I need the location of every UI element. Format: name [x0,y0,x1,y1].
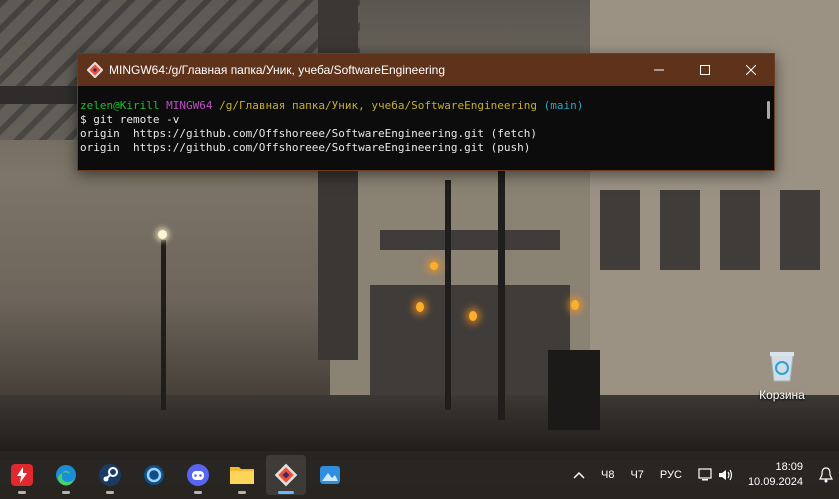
recycle-bin-label: Корзина [759,388,805,402]
file-explorer-icon [230,467,254,484]
taskbar-app-steam[interactable] [90,455,130,495]
terminal-output[interactable]: zelen@Kirill MINGW64 /g/Главная папка/Ун… [78,86,774,155]
recycle-bin-icon [770,352,794,382]
clock-time: 18:09 [775,461,803,473]
taskbar-app-circle[interactable] [134,455,174,495]
steam-icon [99,464,121,486]
taskbar-app-photos[interactable] [310,455,350,495]
active-indicator [278,491,294,494]
wallpaper-window [780,190,820,270]
running-indicator [106,491,114,494]
prompt-user: zelen@Kirill [80,99,160,112]
chevron-up-icon [573,471,585,479]
wallpaper-window [720,190,760,270]
tray-item-weather2[interactable]: Ч7 [630,469,643,481]
git-bash-icon [87,62,103,78]
title-bar[interactable]: MINGW64:/g/Главная папка/Уник, учеба/Sof… [78,54,774,86]
running-indicator [238,491,246,494]
wallpaper-lamp [158,230,167,239]
tray-item-weather1[interactable]: Ч8 [601,469,614,481]
running-indicator [18,491,26,494]
running-indicator [62,491,70,494]
close-button[interactable] [728,54,774,86]
recycle-bin-shortcut[interactable]: Корзина [752,350,812,402]
taskbar-app-discord[interactable] [178,455,218,495]
minimize-icon [654,69,664,71]
wallpaper-trash-can [548,350,600,430]
network-icon [698,468,712,481]
clock-date: 10.09.2024 [747,476,803,488]
wallpaper-pole [498,170,505,420]
output-line: origin https://github.com/Offshoreee/Sof… [80,127,537,140]
git-bash-window[interactable]: MINGW64:/g/Главная папка/Уник, учеба/Sof… [77,53,775,171]
wallpaper-traffic-light [469,311,477,321]
wallpaper-window [380,230,560,250]
notifications-button[interactable] [819,467,833,483]
taskbar-app-file-explorer[interactable] [222,455,262,495]
output-line: origin https://github.com/Offshoreee/Sof… [80,141,531,154]
circle-app-icon [144,465,164,485]
system-tray: Ч8 Ч7 РУС 18:09 10.09.2024 [565,451,839,499]
prompt-path: /g/Главная папка/Уник, учеба/SoftwareEng… [219,99,537,112]
prompt-branch: (main) [543,99,584,112]
maximize-icon [700,65,710,75]
prompt-line: zelen@Kirill MINGW64 /g/Главная папка/Ун… [80,99,772,113]
bell-icon [819,467,833,483]
window-title: MINGW64:/g/Главная папка/Уник, учеба/Sof… [109,63,446,77]
wallpaper-doorway [370,285,570,395]
wallpaper-window [600,190,640,270]
command-line: $ git remote -v [80,113,180,126]
taskbar-app-edge[interactable] [46,455,86,495]
discord-icon [187,464,209,486]
wallpaper-window [660,190,700,270]
wallpaper-traffic-light [430,262,438,270]
bolt-app-icon [11,464,33,486]
language-indicator[interactable]: РУС [660,469,682,481]
taskbar-app-bolt[interactable] [2,455,42,495]
edge-icon [56,465,76,486]
taskbar-app-git-bash[interactable] [266,455,306,495]
wallpaper-pole [445,180,451,410]
running-indicator [194,491,202,494]
close-icon [746,65,756,75]
network-button[interactable] [698,468,734,482]
wallpaper-lamp-post [161,240,166,410]
wallpaper-traffic-light [571,300,579,310]
photos-icon [320,466,340,484]
volume-icon [718,469,733,481]
minimize-button[interactable] [636,54,682,86]
prompt-env: MINGW64 [166,99,213,112]
taskbar: Ч8 Ч7 РУС 18:09 10.09.2024 [0,451,839,499]
clock[interactable]: 18:09 10.09.2024 [748,460,803,490]
maximize-button[interactable] [682,54,728,86]
git-bash-icon [274,463,298,487]
show-hidden-icons-button[interactable] [573,471,585,479]
scrollbar-thumb[interactable] [767,101,770,119]
wallpaper-traffic-light [416,302,424,312]
